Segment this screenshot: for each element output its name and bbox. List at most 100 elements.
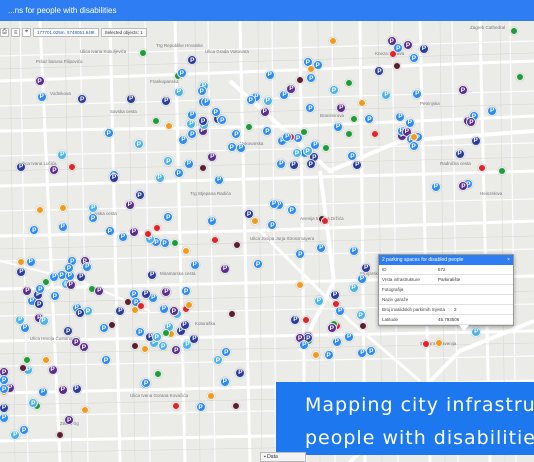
parking-marker-icon[interactable]: P — [207, 215, 218, 226]
poi-dot-marker[interactable] — [41, 355, 50, 364]
parking-marker-icon[interactable]: P — [15, 314, 26, 325]
parking-marker-icon[interactable]: P — [236, 142, 247, 153]
parking-marker-icon[interactable]: P — [220, 263, 231, 274]
parking-marker-icon[interactable]: P — [117, 231, 128, 242]
parking-marker-icon[interactable]: P — [331, 336, 342, 347]
parking-marker-icon[interactable]: P — [286, 205, 297, 216]
parking-marker-icon[interactable]: P — [207, 151, 218, 162]
parking-marker-icon[interactable]: P — [357, 347, 368, 358]
parking-marker-icon[interactable]: P — [124, 199, 135, 210]
parking-marker-icon[interactable]: P — [128, 226, 139, 237]
parking-marker-icon[interactable]: P — [115, 305, 126, 316]
parking-marker-icon[interactable]: P — [457, 85, 468, 96]
poi-dot-marker[interactable] — [171, 401, 180, 410]
poi-dot-marker[interactable] — [198, 164, 207, 173]
poi-dot-marker[interactable] — [392, 61, 401, 70]
parking-marker-icon[interactable]: P — [57, 384, 68, 395]
parking-marker-icon[interactable]: P — [176, 68, 187, 78]
parking-marker-icon[interactable]: P — [262, 95, 273, 106]
poi-dot-marker[interactable] — [358, 322, 367, 331]
parking-marker-icon[interactable]: P — [57, 221, 68, 232]
parking-marker-icon[interactable]: P — [348, 282, 359, 293]
parking-marker-icon[interactable]: P — [186, 118, 197, 129]
parking-marker-icon[interactable]: P — [154, 172, 165, 183]
poi-dot-marker[interactable] — [295, 281, 304, 290]
parking-marker-icon[interactable]: P — [65, 279, 76, 290]
parking-marker-icon[interactable]: P — [330, 289, 341, 300]
parking-marker-icon[interactable]: P — [173, 86, 184, 97]
poi-dot-marker[interactable] — [251, 216, 260, 225]
parking-marker-icon[interactable]: P — [332, 121, 343, 132]
map-canvas[interactable]: Ulica Ivana Kukuljevića Prilaz baruna Fi… — [0, 21, 534, 462]
poi-dot-marker[interactable] — [228, 309, 237, 318]
poi-dot-marker[interactable] — [320, 217, 329, 226]
parking-marker-icon[interactable]: P — [326, 323, 337, 334]
parking-marker-icon[interactable]: P — [302, 146, 313, 157]
parking-marker-icon[interactable]: P — [259, 106, 270, 117]
parking-marker-icon[interactable]: P — [355, 310, 366, 320]
parking-marker-icon[interactable]: P — [133, 139, 144, 150]
parking-marker-icon[interactable]: P — [386, 36, 397, 47]
parking-marker-icon[interactable]: P — [179, 319, 190, 330]
parking-marker-icon[interactable]: P — [74, 308, 85, 319]
parking-marker-icon[interactable]: P — [226, 142, 237, 153]
parking-marker-icon[interactable]: P — [183, 158, 194, 169]
parking-marker-icon[interactable]: P — [336, 102, 347, 113]
parking-marker-icon[interactable]: P — [49, 271, 60, 282]
parking-marker-icon[interactable]: P — [0, 412, 9, 423]
poi-dot-marker[interactable] — [181, 246, 190, 255]
poi-dot-marker[interactable] — [124, 297, 133, 306]
data-tab[interactable]: ▪ Data — [260, 452, 306, 462]
parking-marker-icon[interactable]: P — [269, 198, 280, 209]
poi-dot-marker[interactable] — [477, 163, 486, 172]
poi-dot-marker[interactable] — [153, 369, 162, 378]
poi-dot-marker[interactable] — [300, 127, 309, 136]
parking-marker-icon[interactable]: P — [214, 174, 225, 185]
poi-dot-marker[interactable] — [409, 133, 418, 142]
parking-marker-icon[interactable]: P — [82, 261, 93, 272]
parking-marker-icon[interactable]: P — [430, 181, 441, 192]
parking-marker-icon[interactable]: P — [404, 117, 415, 128]
parking-marker-icon[interactable]: P — [245, 95, 256, 106]
parking-marker-icon[interactable]: P — [299, 339, 310, 350]
poi-dot-marker[interactable] — [344, 78, 353, 87]
parking-marker-icon[interactable]: P — [126, 93, 137, 104]
parking-marker-icon[interactable]: P — [408, 141, 419, 152]
poi-dot-marker[interactable] — [296, 75, 305, 84]
parking-marker-icon[interactable]: P — [151, 332, 162, 343]
parking-marker-icon[interactable]: P — [57, 149, 68, 160]
parking-marker-icon[interactable]: P — [187, 109, 198, 120]
parking-marker-icon[interactable]: P — [134, 190, 145, 201]
parking-marker-icon[interactable]: P — [71, 383, 82, 394]
parking-marker-icon[interactable]: P — [418, 43, 429, 54]
selected-objects-label[interactable]: Selected objects: 1 — [100, 28, 147, 37]
poi-dot-marker[interactable] — [138, 49, 147, 58]
parking-marker-icon[interactable]: P — [47, 364, 58, 375]
poi-dot-marker[interactable] — [67, 162, 76, 171]
parking-marker-icon[interactable]: P — [173, 168, 184, 179]
parking-marker-icon[interactable]: P — [357, 273, 368, 284]
parking-marker-icon[interactable]: P — [291, 148, 302, 159]
parking-marker-icon[interactable]: P — [38, 315, 49, 326]
parking-marker-icon[interactable]: P — [313, 295, 324, 306]
parking-marker-icon[interactable]: P — [36, 91, 47, 102]
coordinates-icon[interactable]: ⌖ — [22, 28, 31, 37]
parking-marker-icon[interactable]: P — [470, 135, 481, 146]
parking-marker-icon[interactable]: P — [305, 159, 316, 170]
print-icon[interactable]: ⎙ — [0, 28, 9, 37]
parking-marker-icon[interactable]: P — [141, 288, 152, 299]
parking-marker-icon[interactable]: P — [0, 402, 9, 413]
parking-marker-icon[interactable]: P — [189, 259, 200, 270]
poi-dot-marker[interactable] — [210, 235, 219, 244]
poi-dot-marker[interactable] — [59, 203, 68, 212]
parking-marker-icon[interactable]: P — [76, 271, 87, 282]
parking-marker-icon[interactable]: P — [349, 245, 360, 256]
parking-marker-icon[interactable]: P — [219, 376, 230, 387]
parking-marker-icon[interactable]: P — [158, 303, 169, 314]
parking-marker-icon[interactable]: P — [361, 262, 372, 273]
poi-dot-marker[interactable] — [18, 363, 27, 372]
poi-dot-marker[interactable] — [41, 278, 50, 287]
popup-close-icon[interactable]: × — [507, 257, 510, 263]
parking-marker-icon[interactable]: P — [288, 159, 299, 170]
poi-dot-marker[interactable] — [497, 167, 506, 176]
